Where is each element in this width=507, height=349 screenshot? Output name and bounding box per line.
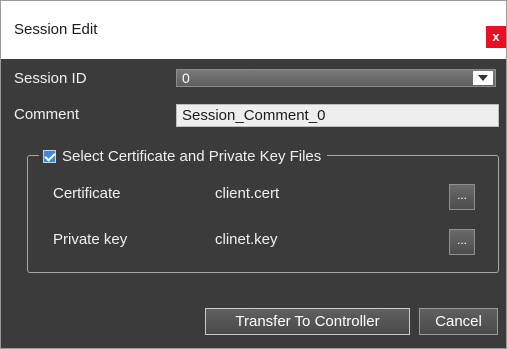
session-id-select[interactable]: 0 — [176, 69, 496, 87]
certificate-label: Certificate — [53, 185, 121, 202]
transfer-to-controller-button[interactable]: Transfer To Controller — [205, 308, 410, 335]
cancel-button[interactable]: Cancel — [419, 308, 498, 335]
browse-certificate-button[interactable]: ... — [449, 184, 475, 210]
certificate-groupbox — [27, 155, 499, 273]
title-bar: Session Edit x — [1, 1, 506, 59]
certificate-value: client.cert — [215, 185, 280, 202]
browse-private-key-button[interactable]: ... — [449, 229, 475, 255]
comment-label: Comment — [14, 106, 80, 123]
certificate-group-header[interactable]: Select Certificate and Private Key Files — [39, 146, 328, 166]
dialog-title: Session Edit — [14, 21, 98, 38]
private-key-label: Private key — [53, 231, 128, 248]
select-files-label: Select Certificate and Private Key Files — [62, 147, 322, 165]
comment-input[interactable]: Session_Comment_0 — [176, 104, 499, 127]
select-files-checkbox[interactable] — [43, 149, 56, 163]
session-id-label: Session ID — [14, 70, 87, 87]
close-icon: x — [492, 29, 500, 44]
chevron-down-icon[interactable] — [473, 71, 493, 85]
session-edit-dialog: Session Edit x Session ID 0 Comment Sess… — [0, 0, 507, 349]
session-id-value: 0 — [182, 70, 190, 86]
close-button[interactable]: x — [486, 26, 506, 48]
private-key-value: clinet.key — [215, 231, 278, 248]
